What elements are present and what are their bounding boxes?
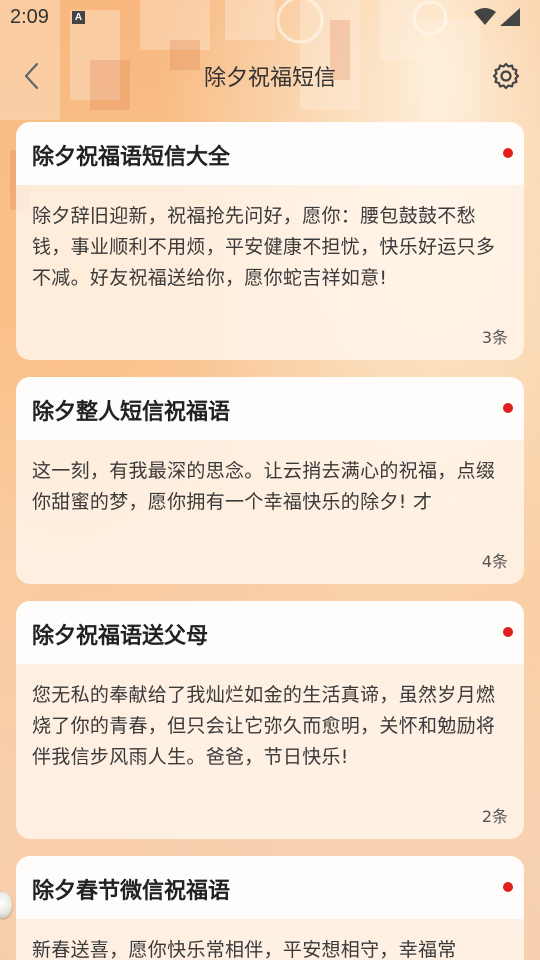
card-header: 除夕春节微信祝福语 bbox=[16, 856, 524, 919]
card-body: 除夕辞旧迎新，祝福抢先问好，愿你：腰包鼓鼓不愁钱，事业顺利不用烦，平安健康不担忧… bbox=[16, 185, 524, 294]
gear-icon[interactable] bbox=[492, 62, 520, 90]
wifi-icon bbox=[474, 8, 496, 25]
app-screen: 2:09 A 除夕祝福短信 除夕祝福语短信大全 除夕辞旧迎新，祝福抢先问好，愿你… bbox=[0, 0, 540, 960]
card-header: 除夕祝福语短信大全 bbox=[16, 122, 524, 185]
card-preview-text: 这一刻，有我最深的思念。让云捎去满心的祝福，点缀你甜蜜的梦，愿你拥有一个幸福快乐… bbox=[32, 460, 496, 513]
card-title: 除夕春节微信祝福语 bbox=[32, 879, 231, 904]
unread-dot bbox=[503, 403, 513, 413]
page-title: 除夕祝福短信 bbox=[203, 66, 336, 91]
floating-handle[interactable] bbox=[0, 892, 12, 918]
card-header: 除夕祝福语送父母 bbox=[16, 601, 524, 664]
card-preview-text: 除夕辞旧迎新，祝福抢先问好，愿你：腰包鼓鼓不愁钱，事业顺利不用烦，平安健康不担忧… bbox=[32, 205, 496, 289]
card-count: 2条 bbox=[481, 807, 508, 826]
unread-dot bbox=[503, 148, 513, 158]
unread-dot bbox=[503, 882, 513, 892]
card-title: 除夕祝福语送父母 bbox=[32, 624, 209, 649]
list-card[interactable]: 除夕春节微信祝福语 新春送喜，愿你快乐常相伴，平安想相守，幸福常 bbox=[16, 856, 524, 960]
card-count: 3条 bbox=[481, 328, 508, 347]
status-bar: 2:09 A bbox=[0, 0, 540, 36]
list-card[interactable]: 除夕祝福语送父母 您无私的奉献给了我灿烂如金的生活真谛，虽然岁月燃烧了你的青春，… bbox=[16, 601, 524, 839]
card-preview-text: 新春送喜，愿你快乐常相伴，平安想相守，幸福常 bbox=[32, 939, 457, 960]
card-body: 您无私的奉献给了我灿烂如金的生活真谛，虽然岁月燃烧了你的青春，但只会让它弥久而愈… bbox=[16, 664, 524, 773]
card-body: 这一刻，有我最深的思念。让云捎去满心的祝福，点缀你甜蜜的梦，愿你拥有一个幸福快乐… bbox=[16, 440, 524, 518]
card-count: 4条 bbox=[481, 552, 508, 571]
notification-a-icon: A bbox=[72, 11, 85, 24]
status-time: 2:09 bbox=[10, 6, 49, 28]
card-header: 除夕整人短信祝福语 bbox=[16, 377, 524, 440]
unread-dot bbox=[503, 627, 513, 637]
list-card[interactable]: 除夕祝福语短信大全 除夕辞旧迎新，祝福抢先问好，愿你：腰包鼓鼓不愁钱，事业顺利不… bbox=[16, 122, 524, 360]
card-title: 除夕整人短信祝福语 bbox=[32, 400, 231, 425]
card-preview-text: 您无私的奉献给了我灿烂如金的生活真谛，虽然岁月燃烧了你的青春，但只会让它弥久而愈… bbox=[32, 684, 496, 768]
list-card[interactable]: 除夕整人短信祝福语 这一刻，有我最深的思念。让云捎去满心的祝福，点缀你甜蜜的梦，… bbox=[16, 377, 524, 584]
signal-icon bbox=[500, 8, 520, 26]
card-title: 除夕祝福语短信大全 bbox=[32, 145, 231, 170]
card-body: 新春送喜，愿你快乐常相伴，平安想相守，幸福常 bbox=[16, 919, 524, 960]
app-bar: 除夕祝福短信 bbox=[0, 50, 540, 102]
